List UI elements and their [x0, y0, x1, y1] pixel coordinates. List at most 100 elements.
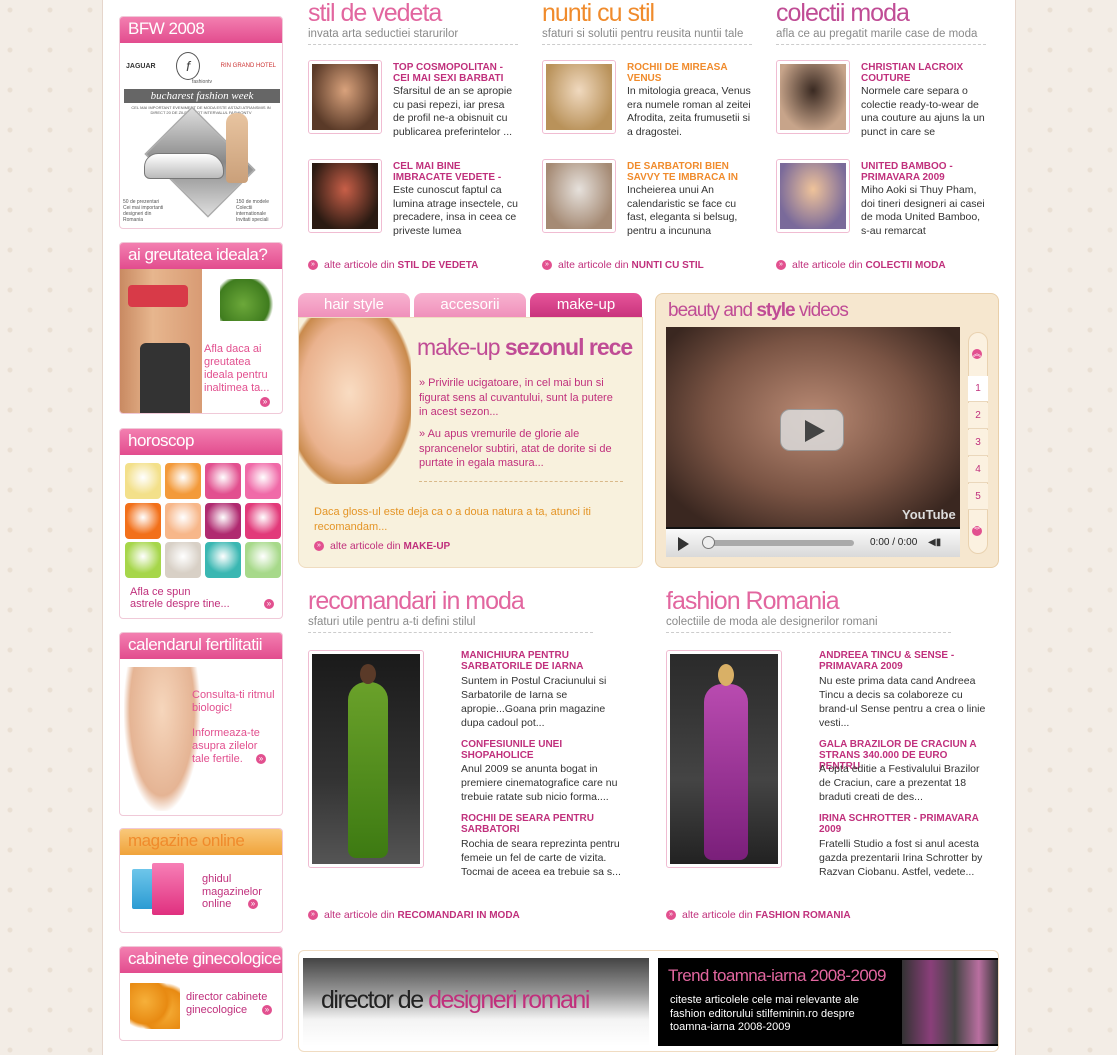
article-thumbnail[interactable] — [308, 159, 382, 233]
seek-bar[interactable] — [704, 540, 854, 546]
article-excerpt: Este cunoscut faptul ca lumina atrage in… — [393, 184, 518, 237]
tab-hair-style[interactable]: hair style — [298, 293, 410, 318]
article-thumbnail[interactable] — [542, 60, 616, 134]
zodiac-sign-icon[interactable] — [125, 463, 161, 499]
zodiac-sign-icon[interactable] — [165, 463, 201, 499]
romania-title[interactable]: fashion Romania — [666, 588, 951, 614]
trend-banner[interactable]: Trend toamna-iarna 2008-2009 citeste art… — [658, 958, 998, 1046]
reco-header: recomandari in moda sfaturi utile pentru… — [308, 588, 593, 633]
column-title[interactable]: colectii moda — [776, 0, 986, 26]
column-title[interactable]: nunti cu stil — [542, 0, 752, 26]
fertility-arrow-icon[interactable]: » — [256, 754, 266, 764]
trend-banner-text: citeste articolele cele mai relevante al… — [670, 994, 859, 1033]
article-title[interactable]: ROCHII DE SEARA PENTRU SARBATORI — [461, 813, 631, 835]
bfw-banner-title: bucharest fashion week — [124, 89, 280, 103]
horoscope-box[interactable]: horoscop Afla ce spun astrele despre tine… — [119, 428, 283, 619]
fertility-title: calendarul fertilitatii — [120, 633, 282, 659]
article-title[interactable]: DE SARBATORI BIEN SAVVY TE IMBRACA IN — [627, 161, 755, 183]
article-excerpt: Normele care separa o colectie ready-to-… — [861, 85, 985, 138]
zodiac-sign-icon[interactable] — [245, 502, 281, 539]
youtube-logo: YouTube — [902, 507, 956, 522]
shops-box[interactable]: magazine online ghidul magazinelor onlin… — [119, 828, 283, 933]
horoscope-title: horoscop — [120, 429, 282, 455]
column-title[interactable]: stil de vedeta — [308, 0, 518, 26]
article-title[interactable]: UNITED BAMBOO - PRIMAVARA 2009 — [861, 161, 989, 183]
article-thumbnail[interactable] — [542, 159, 616, 233]
shops-text[interactable]: ghidul magazinelor online — [202, 873, 278, 911]
shops-title: magazine online — [120, 829, 282, 855]
article-title[interactable]: CHRISTIAN LACROIX COUTURE — [861, 62, 989, 84]
zodiac-grid[interactable] — [125, 463, 281, 579]
play-icon[interactable] — [678, 537, 689, 551]
seek-handle[interactable] — [702, 536, 715, 549]
horoscope-text[interactable]: Afla ce spun astrele despre tine... — [130, 586, 230, 610]
tab-make-up[interactable]: make-up — [530, 293, 642, 318]
video-player[interactable]: YouTube 0:00 / 0:00 ◀▮ — [666, 327, 960, 557]
designers-banner[interactable]: director de designeri romani — [303, 958, 649, 1046]
zodiac-sign-icon[interactable] — [125, 502, 161, 539]
volume-icon[interactable]: ◀▮ — [928, 537, 944, 549]
weight-arrow-icon[interactable]: » — [260, 397, 270, 407]
zodiac-sign-icon[interactable] — [165, 542, 201, 579]
column-more-link[interactable]: » alte articole din COLECTII MODA — [776, 259, 946, 271]
makeup-footer-text[interactable]: Daca gloss-ul este deja ca o a doua natu… — [314, 505, 624, 534]
reco-title[interactable]: recomandari in moda — [308, 588, 593, 614]
shops-arrow-icon[interactable]: » — [248, 899, 258, 909]
arrow-icon: » — [308, 260, 318, 271]
article-thumbnail[interactable] — [776, 60, 850, 134]
zodiac-sign-icon[interactable] — [205, 542, 241, 579]
video-page-1[interactable]: 1 — [968, 376, 988, 402]
column-more-link[interactable]: » alte articole din NUNTI CU STIL — [542, 259, 704, 271]
makeup-bullet-1[interactable]: » Privirile ucigatoare, in cel mai bun s… — [419, 376, 619, 420]
gyn-box[interactable]: cabinete ginecologice director cabinete … — [119, 946, 283, 1041]
reco-image[interactable] — [308, 650, 424, 868]
article-title[interactable]: ROCHII DE MIREASA VENUS — [627, 62, 755, 84]
column-more-link[interactable]: » alte articole din STIL DE VEDETA — [308, 259, 478, 271]
fertility-box[interactable]: calendarul fertilitatii Consulta-ti ritm… — [119, 632, 283, 816]
video-panel: beauty and style videos YouTube 0:00 / 0… — [655, 293, 999, 568]
weight-box[interactable]: ai greutatea ideala? Afla daca ai greuta… — [119, 242, 283, 414]
weight-title: ai greutatea ideala? — [120, 243, 282, 269]
article-title[interactable]: CEL MAI BINE IMBRACATE VEDETE - — [393, 161, 521, 183]
article-thumbnail[interactable] — [776, 159, 850, 233]
makeup-more-link[interactable]: » alte articole din MAKE-UP — [314, 540, 450, 552]
zodiac-sign-icon[interactable] — [165, 502, 201, 539]
makeup-panel: make-up sezonul rece » Privirile ucigato… — [298, 317, 643, 568]
designers-banner-text: director de designeri romani — [321, 986, 590, 1014]
weight-text[interactable]: Afla daca ai greutatea ideala pentru ina… — [204, 343, 280, 395]
zodiac-sign-icon[interactable] — [205, 502, 241, 539]
gyn-arrow-icon[interactable]: » — [262, 1005, 272, 1015]
pager-down-icon[interactable]: ︾ — [972, 526, 982, 536]
model-head — [360, 664, 376, 684]
video-page-2[interactable]: 2 — [968, 403, 988, 429]
model-head — [718, 664, 734, 686]
article-title[interactable]: MANICHIURA PENTRU SARBATORILE DE IARNA — [461, 650, 631, 672]
trend-banner-image — [902, 960, 998, 1044]
horoscope-arrow-icon[interactable]: » — [264, 599, 274, 609]
article-title[interactable]: CONFESIUNILE UNEI SHOPAHOLICE — [461, 739, 631, 761]
tab-accesorii[interactable]: accesorii — [414, 293, 526, 318]
bfw-box[interactable]: BFW 2008 JAGUAR f RIN GRAND HOTEL fashio… — [119, 16, 283, 229]
zodiac-sign-icon[interactable] — [125, 542, 161, 579]
romania-image[interactable] — [666, 650, 782, 868]
article-thumbnail[interactable] — [308, 60, 382, 134]
pink-bag-icon — [152, 863, 184, 915]
fashiontv-f-logo: f — [176, 52, 201, 80]
makeup-bullet-2[interactable]: » Au apus vremurile de glorie ale spranc… — [419, 427, 619, 471]
article-title[interactable]: ANDREEA TINCU & SENSE - PRIMAVARA 2009 — [819, 650, 989, 672]
zodiac-sign-icon[interactable] — [205, 463, 241, 499]
reco-more-link[interactable]: » alte articole din RECOMANDARI IN MODA — [308, 909, 520, 921]
video-page-3[interactable]: 3 — [968, 430, 988, 456]
article-title[interactable]: TOP COSMOPOLITAN - CEI MAI SEXI BARBATI — [393, 62, 521, 84]
green-dress — [348, 682, 388, 858]
article-excerpt: Sfarsitul de an se apropie cu pasi repez… — [393, 85, 513, 138]
video-page-4[interactable]: 4 — [968, 457, 988, 483]
zodiac-sign-icon[interactable] — [245, 463, 281, 499]
play-overlay-button[interactable] — [780, 409, 844, 451]
article-title[interactable]: IRINA SCHROTTER - PRIMAVARA 2009 — [819, 813, 989, 835]
romania-more-link[interactable]: » alte articole din FASHION ROMANIA — [666, 909, 851, 921]
zodiac-sign-icon[interactable] — [245, 542, 281, 579]
pager-up-icon[interactable]: ︽ — [972, 349, 982, 359]
fertility-text1[interactable]: Consulta-ti ritmul biologic! — [192, 689, 278, 715]
video-page-5[interactable]: 5 — [968, 484, 988, 510]
